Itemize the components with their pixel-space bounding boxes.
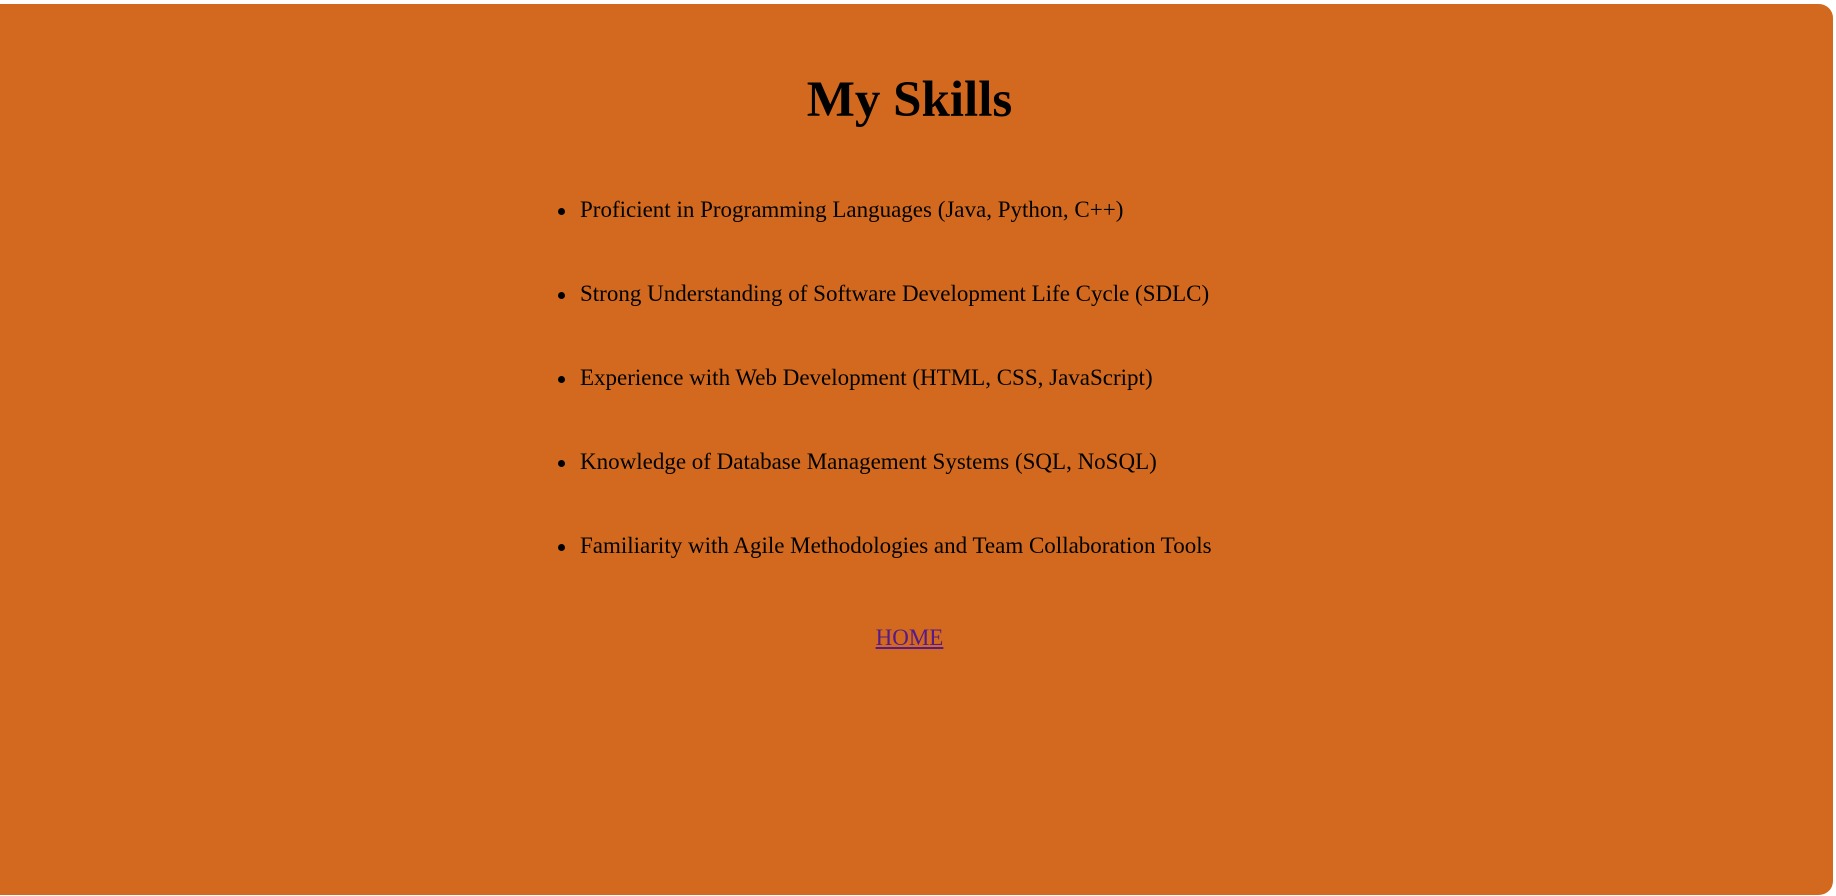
- skills-list: Proficient in Programming Languages (Jav…: [558, 190, 1212, 610]
- skill-item: Proficient in Programming Languages (Jav…: [558, 190, 1212, 274]
- skill-item: Familiarity with Agile Methodologies and…: [558, 526, 1212, 610]
- skill-item: Experience with Web Development (HTML, C…: [558, 358, 1212, 442]
- skill-item: Knowledge of Database Management Systems…: [558, 442, 1212, 526]
- home-link-container: HOME: [0, 620, 1819, 656]
- skill-item: Strong Understanding of Software Develop…: [558, 274, 1212, 358]
- home-link[interactable]: HOME: [876, 625, 944, 650]
- page-title: My Skills: [806, 72, 1013, 128]
- skills-panel: My Skills Proficient in Programming Lang…: [0, 4, 1833, 895]
